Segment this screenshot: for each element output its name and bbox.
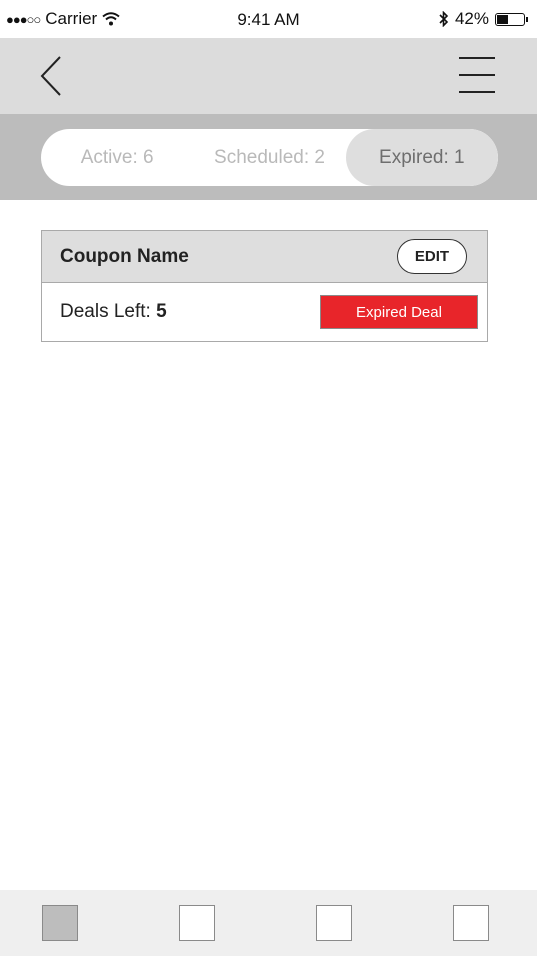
coupon-card: Coupon Name EDIT Deals Left: 5 Expired D… [41, 230, 488, 342]
coupon-card-body: Deals Left: 5 Expired Deal [42, 283, 487, 341]
tab-1[interactable] [42, 905, 78, 941]
tab-2[interactable] [179, 905, 215, 941]
tab-bar [0, 890, 537, 956]
segment-band: Active: 6 Scheduled: 2 Expired: 1 [0, 114, 537, 200]
tab-4[interactable] [453, 905, 489, 941]
battery-fill [497, 14, 508, 24]
deals-left-label: Deals Left: [60, 301, 151, 322]
status-right: 42% [439, 9, 528, 29]
bluetooth-icon [439, 11, 449, 27]
edit-button[interactable]: EDIT [397, 239, 467, 274]
battery-tip [526, 16, 528, 22]
segment-active[interactable]: Active: 6 [41, 129, 193, 186]
status-bar: ●●●○○ Carrier 9:41 AM 42% [0, 0, 537, 38]
battery-percent: 42% [454, 9, 489, 28]
deals-left: Deals Left: 5 [60, 301, 167, 323]
segment-expired[interactable]: Expired: 1 [345, 129, 498, 186]
chevron-left-icon [40, 56, 61, 96]
tab-3[interactable] [316, 905, 352, 941]
coupon-name: Coupon Name [60, 245, 189, 267]
hamburger-menu-icon [459, 57, 495, 93]
deals-left-value: 5 [156, 301, 167, 322]
expired-deal-badge: Expired Deal [320, 295, 478, 329]
menu-button[interactable] [457, 56, 497, 96]
back-button[interactable] [34, 52, 70, 100]
segmented-control: Active: 6 Scheduled: 2 Expired: 1 [41, 129, 498, 186]
segment-scheduled[interactable]: Scheduled: 2 [193, 129, 345, 186]
nav-bar [0, 38, 537, 114]
battery-icon [495, 12, 528, 26]
coupon-card-header: Coupon Name EDIT [42, 231, 487, 283]
